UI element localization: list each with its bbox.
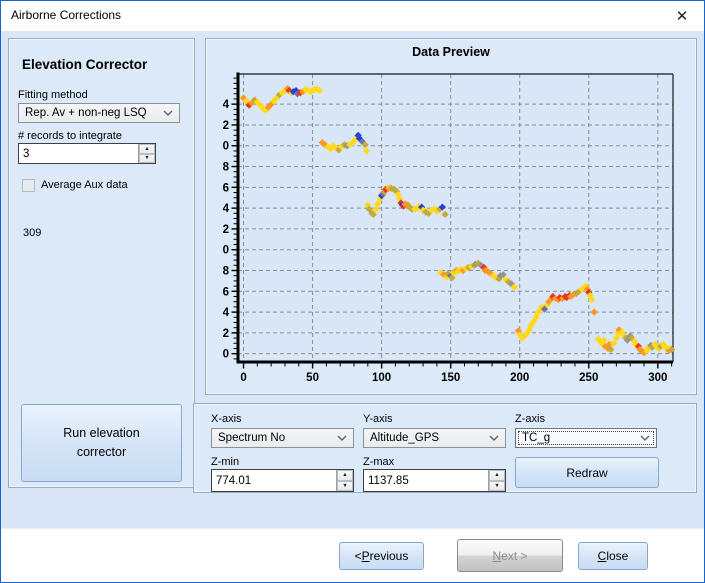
- chevron-down-icon: [163, 110, 173, 116]
- footer: < Previous Next > Close: [1, 528, 704, 583]
- scatter-plot: 0 50 100 150 200 250 300 100 102 104 106 108 110 112 1…: [223, 64, 693, 386]
- close-icon: ✕: [676, 9, 689, 24]
- records-to-integrate-spinner[interactable]: ▲ ▼: [18, 143, 156, 164]
- svg-text:118: 118: [223, 162, 230, 174]
- svg-text:104: 104: [223, 307, 230, 319]
- records-to-integrate-input[interactable]: [19, 144, 138, 163]
- elevation-corrector-panel: Elevation Corrector Fitting method Rep. …: [8, 38, 195, 488]
- y-axis-label: Y-axis: [363, 413, 393, 425]
- fitting-method-label: Fitting method: [18, 89, 88, 101]
- svg-text:116: 116: [223, 182, 229, 194]
- average-aux-label: Average Aux data: [41, 179, 128, 191]
- titlebar: Airborne Corrections ✕: [1, 1, 704, 31]
- svg-text:300: 300: [648, 372, 667, 384]
- spinner-up-icon[interactable]: ▲: [139, 144, 155, 154]
- data-preview-panel: Data Preview 0 50 100 150 200 250 300 100 102 104…: [205, 38, 697, 395]
- axis-controls-panel: X-axis Spectrum No Y-axis Altitude_GPS Z…: [193, 403, 697, 493]
- airborne-corrections-dialog: Airborne Corrections ✕ Elevation Correct…: [0, 0, 705, 583]
- x-axis-label: X-axis: [211, 413, 242, 425]
- svg-text:114: 114: [223, 203, 230, 215]
- svg-text:250: 250: [579, 372, 598, 384]
- chart-title: Data Preview: [206, 45, 696, 59]
- previous-button-label: <: [355, 549, 362, 563]
- run-elevation-corrector-button[interactable]: Run elevation corrector: [21, 404, 182, 482]
- y-axis-value: Altitude_GPS: [370, 432, 439, 444]
- record-count: 309: [23, 227, 41, 239]
- elevation-corrector-heading: Elevation Corrector: [22, 57, 147, 72]
- records-to-integrate-label: # records to integrate: [18, 130, 122, 142]
- svg-text:50: 50: [306, 372, 319, 384]
- z-min-spinner[interactable]: ▲ ▼: [211, 469, 354, 492]
- spinner-up-icon[interactable]: ▲: [489, 470, 505, 481]
- spinner-up-icon[interactable]: ▲: [337, 470, 353, 481]
- svg-text:102: 102: [223, 328, 229, 340]
- average-aux-checkbox[interactable]: [22, 179, 35, 192]
- svg-text:0: 0: [240, 372, 246, 384]
- z-min-input[interactable]: [212, 470, 336, 491]
- dialog-client-area: Elevation Corrector Fitting method Rep. …: [1, 31, 704, 528]
- svg-text:112: 112: [223, 224, 229, 236]
- fitting-method-value: Rep. Av + non-neg LSQ: [25, 107, 147, 119]
- svg-text:124: 124: [223, 99, 230, 111]
- chevron-down-icon: [337, 435, 347, 441]
- svg-text:150: 150: [441, 372, 460, 384]
- z-axis-label: Z-axis: [515, 413, 545, 425]
- redraw-button[interactable]: Redraw: [515, 457, 659, 488]
- previous-button[interactable]: < Previous: [339, 542, 424, 570]
- z-max-spinner[interactable]: ▲ ▼: [363, 469, 506, 492]
- spinner-down-icon[interactable]: ▼: [337, 481, 353, 492]
- svg-text:100: 100: [372, 372, 391, 384]
- svg-text:110: 110: [223, 245, 229, 257]
- z-max-label: Z-max: [363, 456, 394, 468]
- x-axis-value: Spectrum No: [218, 432, 285, 444]
- chevron-down-icon: [640, 435, 650, 441]
- spinner-down-icon[interactable]: ▼: [489, 481, 505, 492]
- close-button[interactable]: Close: [578, 542, 648, 570]
- window-title: Airborne Corrections: [11, 8, 121, 22]
- svg-text:100: 100: [223, 349, 229, 361]
- next-button: Next >: [457, 539, 563, 572]
- fitting-method-combo[interactable]: Rep. Av + non-neg LSQ: [18, 103, 180, 123]
- svg-text:106: 106: [223, 286, 229, 298]
- x-axis-combo[interactable]: Spectrum No: [211, 428, 354, 448]
- z-max-input[interactable]: [364, 470, 488, 491]
- spinner-down-icon[interactable]: ▼: [139, 154, 155, 164]
- y-axis-combo[interactable]: Altitude_GPS: [363, 428, 506, 448]
- svg-text:122: 122: [223, 120, 229, 132]
- svg-text:200: 200: [510, 372, 529, 384]
- window-close-button[interactable]: ✕: [660, 1, 704, 31]
- z-axis-combo[interactable]: TC_g: [515, 428, 657, 448]
- svg-text:120: 120: [223, 141, 229, 153]
- svg-text:108: 108: [223, 266, 230, 278]
- chevron-down-icon: [489, 435, 499, 441]
- z-min-label: Z-min: [211, 456, 239, 468]
- z-axis-value: TC_g: [522, 432, 550, 444]
